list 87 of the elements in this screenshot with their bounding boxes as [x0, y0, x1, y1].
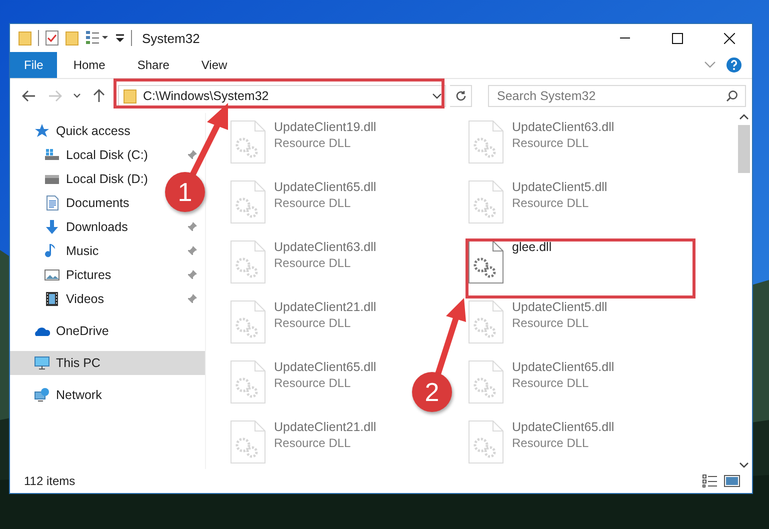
file-name[interactable]: UpdateClient21.dll	[274, 300, 376, 314]
file-type: Resource DLL	[512, 436, 590, 450]
help-icon[interactable]	[726, 57, 742, 73]
file-type: Resource DLL	[512, 376, 590, 390]
nav-item[interactable]: Network	[34, 387, 102, 403]
file-type: Resource DLL	[274, 196, 352, 210]
nav-item[interactable]: Local Disk (C:)	[44, 147, 148, 163]
file-type: Resource DLL	[512, 316, 590, 330]
file-name[interactable]: UpdateClient65.dll	[512, 420, 614, 434]
file-name[interactable]: UpdateClient65.dll	[274, 360, 376, 374]
file-name[interactable]: UpdateClient5.dll	[512, 300, 608, 314]
file-icon	[468, 240, 504, 284]
expand-ribbon-icon[interactable]	[704, 61, 716, 69]
nav-item[interactable]: Music	[44, 243, 99, 259]
file-name[interactable]: UpdateClient65.dll	[274, 180, 376, 194]
address-field[interactable]: C:\Windows\System32	[118, 85, 446, 107]
file-icon	[230, 300, 266, 344]
file-type: Resource DLL	[512, 136, 590, 150]
nav-item[interactable]: Downloads	[44, 219, 128, 235]
search-icon	[726, 90, 738, 102]
nav-item[interactable]: Documents	[44, 195, 130, 211]
nav-item[interactable]: Videos	[44, 291, 104, 307]
refresh-icon	[454, 90, 466, 102]
file-name[interactable]: glee.dll	[512, 240, 552, 254]
search-field[interactable]: Search System32	[488, 85, 746, 107]
maximize-icon	[672, 32, 682, 44]
back-arrow-icon	[22, 90, 36, 102]
scrollbar-thumb[interactable]	[738, 125, 750, 173]
file-type: Resource DLL	[274, 376, 352, 390]
large-icons-view-icon[interactable]	[724, 474, 740, 488]
close-icon	[724, 32, 734, 44]
file-name[interactable]: UpdateClient63.dll	[512, 120, 614, 134]
file-icon	[468, 360, 504, 404]
chevron-down-icon	[73, 93, 81, 99]
details-view-icon[interactable]	[702, 474, 718, 488]
refresh-button[interactable]	[450, 85, 472, 107]
nav-icon	[34, 387, 50, 403]
pin-icon[interactable]	[187, 222, 197, 232]
nav-icon	[34, 355, 50, 371]
file-name[interactable]: UpdateClient65.dll	[512, 360, 614, 374]
scroll-down-icon[interactable]	[738, 461, 748, 469]
view-options-icon[interactable]	[85, 30, 109, 46]
nav-icon	[44, 219, 60, 235]
file-menu-button[interactable]: File	[10, 52, 58, 78]
scroll-up-icon[interactable]	[738, 113, 748, 121]
nav-icon	[44, 267, 60, 283]
pin-icon[interactable]	[187, 294, 197, 304]
folder-icon	[123, 88, 137, 104]
file-icon	[230, 180, 266, 224]
nav-icon	[44, 291, 60, 307]
nav-item[interactable]: This PC	[34, 355, 100, 371]
pin-icon[interactable]	[187, 150, 197, 160]
file-name[interactable]: UpdateClient21.dll	[274, 420, 376, 434]
nav-item[interactable]: OneDrive	[34, 323, 109, 339]
file-type: Resource DLL	[274, 316, 352, 330]
file-type: Resource DLL	[274, 136, 352, 150]
ribbon-tab[interactable]: Share	[121, 52, 186, 78]
file-type: Resource DLL	[512, 196, 590, 210]
nav-item[interactable]: Pictures	[44, 267, 112, 283]
file-name[interactable]: UpdateClient63.dll	[274, 240, 376, 254]
file-type: Resource DLL	[274, 256, 352, 270]
item-count: 112 items	[24, 474, 76, 488]
ribbon-tab[interactable]: View	[185, 52, 244, 78]
nav-icon	[34, 123, 50, 139]
properties-icon[interactable]	[45, 30, 59, 46]
nav-item[interactable]: Quick access	[34, 123, 130, 139]
file-icon	[468, 420, 504, 464]
nav-icon	[44, 147, 60, 163]
pin-icon[interactable]	[187, 246, 197, 256]
ribbon-tab[interactable]: Home	[57, 52, 122, 78]
nav-icon	[44, 195, 60, 211]
file-icon	[468, 120, 504, 164]
file-type: Resource DLL	[274, 436, 352, 450]
file-icon	[468, 180, 504, 224]
nav-item[interactable]: Local Disk (D:)	[44, 171, 148, 187]
pin-icon[interactable]	[187, 270, 197, 280]
file-icon	[230, 420, 266, 464]
file-name[interactable]: UpdateClient19.dll	[274, 120, 376, 134]
file-icon	[468, 300, 504, 344]
customize-toolbar-icon[interactable]	[115, 32, 125, 44]
file-name[interactable]: UpdateClient5.dll	[512, 180, 608, 194]
file-icon	[230, 120, 266, 164]
window-title: System32	[142, 30, 200, 46]
file-icon	[230, 240, 266, 284]
up-arrow-icon	[93, 89, 105, 103]
forward-arrow-icon	[48, 90, 62, 102]
file-icon	[230, 360, 266, 404]
